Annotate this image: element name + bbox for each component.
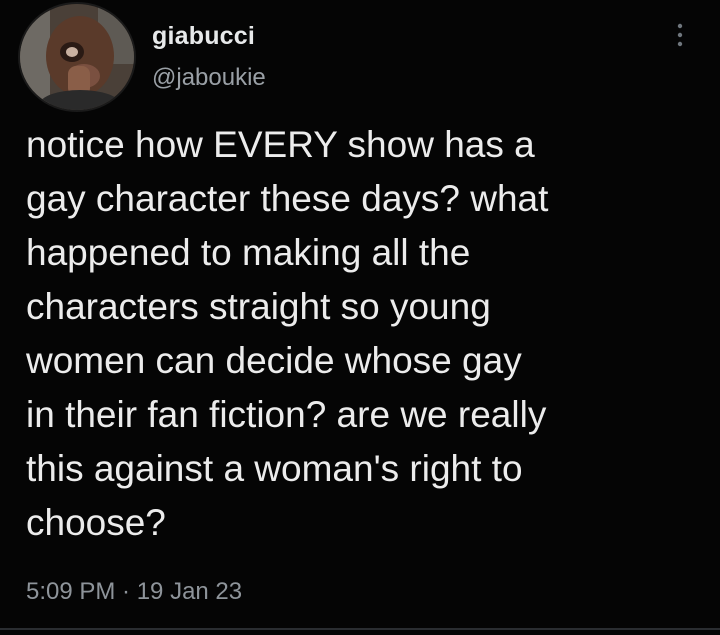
tweet-timestamp[interactable]: 5:09 PM · 19 Jan 23 bbox=[26, 578, 242, 606]
divider bbox=[0, 628, 720, 630]
author-handle[interactable]: @jaboukie bbox=[152, 64, 266, 92]
author-display-name[interactable]: giabucci bbox=[152, 22, 255, 51]
avatar-photo-icon bbox=[20, 4, 134, 110]
avatar[interactable] bbox=[20, 4, 134, 110]
more-options-icon[interactable] bbox=[668, 20, 692, 50]
tweet-text: notice how EVERY show has a gay characte… bbox=[26, 124, 549, 543]
tweet-card: giabucci @jaboukie notice how EVERY show… bbox=[0, 0, 720, 635]
